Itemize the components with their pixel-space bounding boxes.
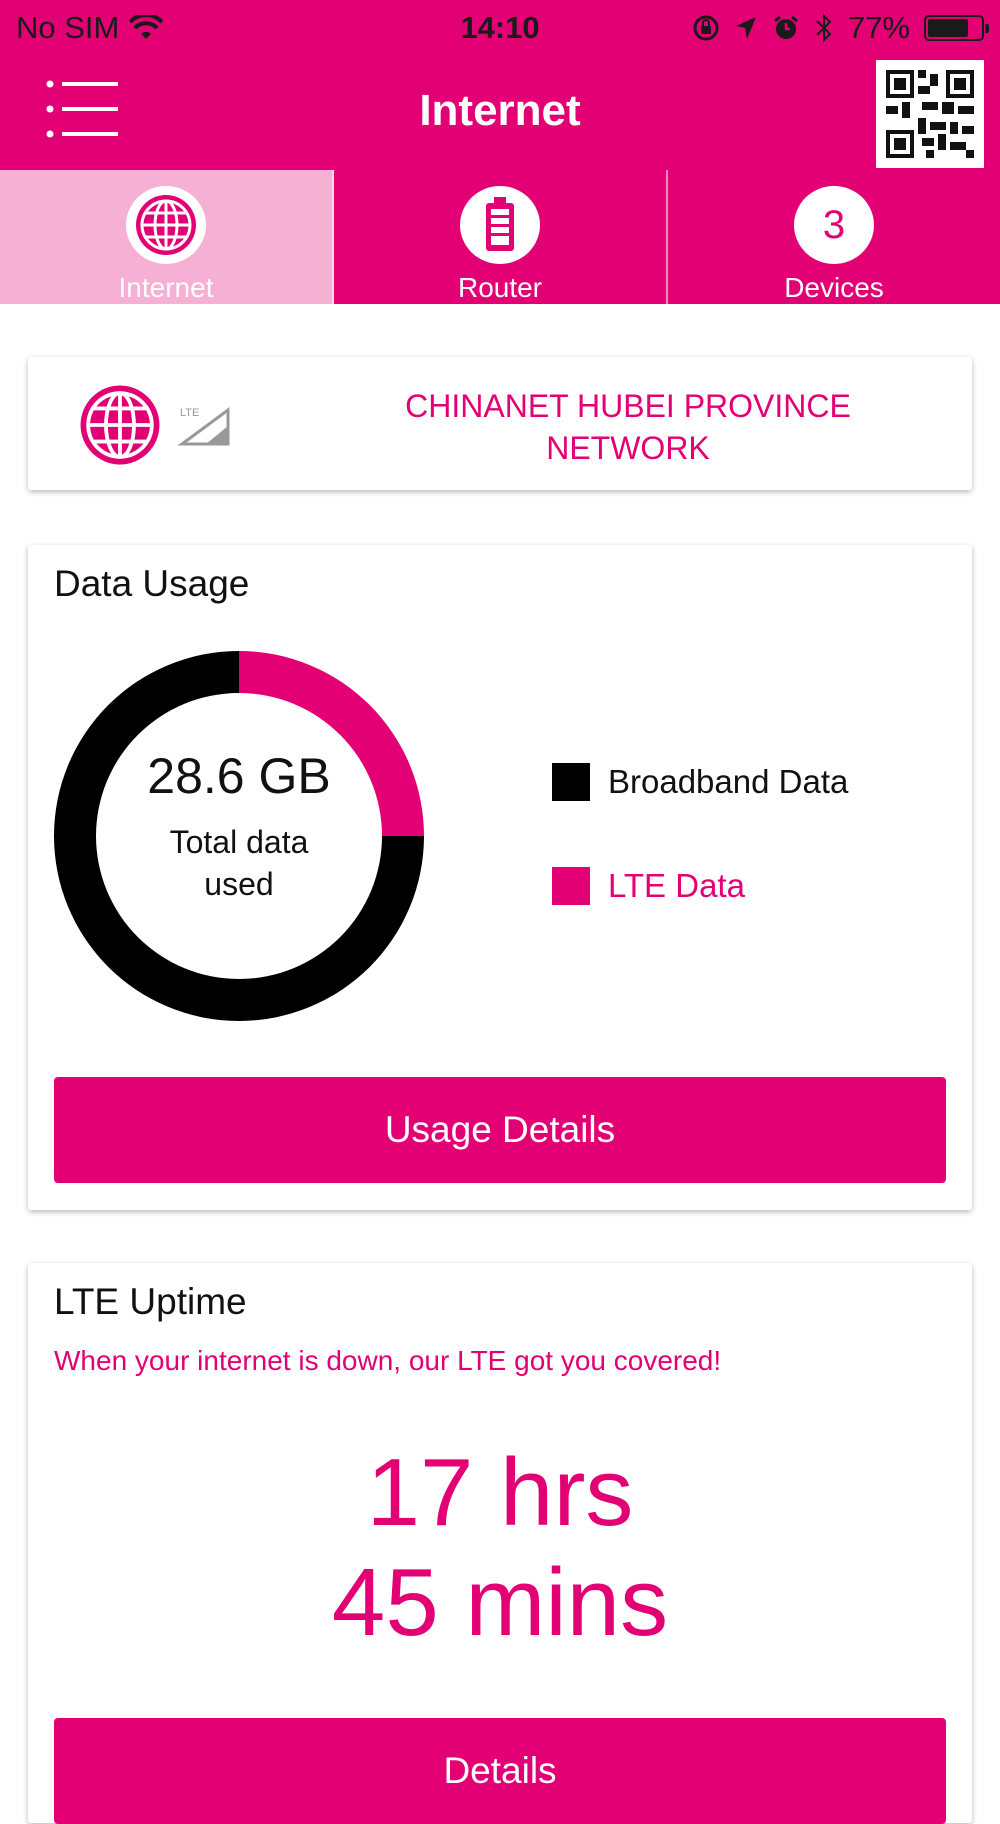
legend-item-broadband: Broadband Data	[552, 763, 848, 801]
bluetooth-icon	[816, 13, 832, 43]
uptime-details-button[interactable]: Details	[54, 1718, 946, 1824]
alarm-icon	[774, 15, 798, 39]
qr-code-icon	[886, 70, 974, 158]
battery-fill	[928, 19, 969, 37]
menu-icon	[46, 80, 118, 138]
lte-signal-icon: LTE	[177, 407, 230, 446]
donut-slice-lte-data	[239, 651, 424, 836]
devices-count-badge: 3	[794, 186, 874, 264]
status-bar: No SIM 14:10 77%	[0, 0, 1000, 56]
network-icons: LTE	[78, 383, 232, 467]
tab-internet-label: Internet	[118, 272, 214, 303]
orientation-lock-icon	[693, 15, 719, 41]
lte-badge-label: LTE	[180, 407, 199, 419]
battery-router-icon	[486, 197, 514, 251]
legend-item-lte: LTE Data	[552, 867, 848, 905]
tab-bar: Internet Router 3 Devices	[0, 170, 1000, 304]
lte-uptime-subtitle: When your internet is down, our LTE got …	[54, 1345, 722, 1376]
lte-uptime-title: LTE Uptime	[54, 1281, 247, 1322]
legend-label-lte: LTE Data	[608, 867, 745, 904]
network-name-line1: CHINANET HUBEI PROVINCE	[405, 388, 851, 424]
nav-bar: Internet	[0, 56, 1000, 170]
usage-details-button[interactable]: Usage Details	[54, 1077, 946, 1183]
tab-internet-badge	[126, 186, 206, 264]
network-name: CHINANET HUBEI PROVINCE NETWORK	[318, 385, 938, 469]
legend-swatch-lte	[552, 867, 590, 905]
devices-count: 3	[822, 202, 846, 247]
tab-router-badge	[460, 186, 540, 264]
page-title: Internet	[419, 86, 581, 135]
battery-icon	[924, 15, 989, 41]
globe-icon	[80, 385, 160, 465]
data-usage-donut-chart	[54, 651, 424, 1021]
network-card[interactable]: LTE CHINANET HUBEI PROVINCE NETWORK	[28, 357, 972, 490]
tab-internet[interactable]: Internet	[0, 170, 334, 304]
data-usage-title: Data Usage	[54, 563, 250, 604]
tab-router[interactable]: Router	[334, 170, 668, 304]
chart-legend: Broadband Data LTE Data	[552, 763, 848, 971]
tab-devices[interactable]: 3 Devices	[668, 170, 1000, 304]
lte-uptime-hours: 17 hrs	[366, 1439, 634, 1546]
data-usage-card: Data Usage 28.6 GB Total data used Broad…	[28, 545, 972, 1210]
network-name-line2: NETWORK	[546, 430, 710, 466]
location-icon	[735, 17, 756, 39]
qr-code-button[interactable]	[876, 60, 984, 168]
menu-button[interactable]	[44, 78, 124, 142]
lte-uptime-value: 17 hrs 45 mins	[28, 1438, 972, 1658]
legend-swatch-broadband	[552, 763, 590, 801]
lte-uptime-minutes: 45 mins	[331, 1549, 669, 1656]
status-right: 77%	[692, 10, 989, 46]
lte-uptime-card: LTE Uptime When your internet is down, o…	[28, 1263, 972, 1824]
tab-devices-label: Devices	[784, 272, 884, 303]
legend-label-broadband: Broadband Data	[608, 763, 849, 800]
globe-icon	[136, 195, 196, 255]
tab-router-label: Router	[457, 272, 543, 303]
battery-percent: 77%	[847, 10, 910, 45]
